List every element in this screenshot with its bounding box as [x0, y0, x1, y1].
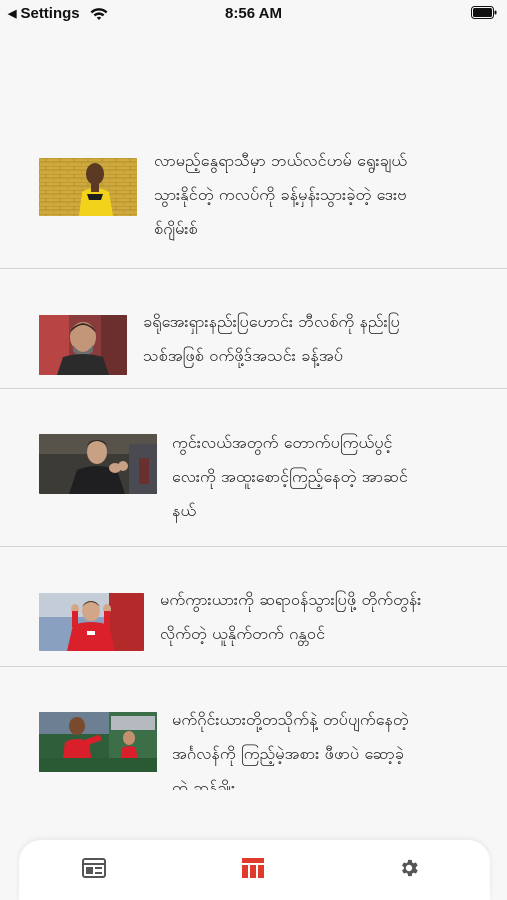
headline-line: သွားနိုင်တဲ့ ကလပ်ကို ခန့်မှန်းသွားခဲ့တဲ့… — [154, 185, 407, 204]
tab-settings[interactable] — [395, 856, 423, 880]
headline-line: မက်ဂိုင်းယားတို့တသိုက်နဲ့ တပ်ပျက်နေတဲ့ — [172, 710, 409, 729]
article-thumbnail[interactable] — [39, 315, 127, 375]
article-row[interactable]: မက်ကွားယားကို ဆရာဝန်သွားပြဖို့ တိုက်တွန်… — [0, 547, 507, 667]
article-headline[interactable]: ကွင်းလယ်အတွက် တောက်ပကြယ်ပွင့် လေးကို အထူ… — [172, 426, 482, 528]
battery-icon — [471, 6, 497, 19]
article-row[interactable]: မက်ဂိုင်းယားတို့တသိုက်နဲ့ တပ်ပျက်နေတဲ့ အ… — [0, 667, 507, 790]
app-screen: ◀ Settings 8:56 AM လာမည့်နွေရာသီမှာ ဘယ်လ… — [0, 0, 507, 900]
gear-icon — [402, 859, 418, 877]
news-layout-icon — [82, 858, 106, 878]
article-row[interactable]: လာမည့်နွေရာသီမှာ ဘယ်လင်ဟမ် ရွေးချယ် သွား… — [0, 118, 507, 269]
tab-table[interactable] — [239, 856, 267, 880]
news-feed[interactable]: လာမည့်နွေရာသီမှာ ဘယ်လင်ဟမ် ရွေးချယ် သွား… — [0, 28, 507, 790]
article-row[interactable]: ကွင်းလယ်အတွက် တောက်ပကြယ်ပွင့် လေးကို အထူ… — [0, 389, 507, 547]
status-bar: ◀ Settings 8:56 AM — [0, 0, 507, 28]
article-headline[interactable]: မက်ဂိုင်းယားတို့တသိုက်နဲ့ တပ်ပျက်နေတဲ့ အ… — [172, 703, 490, 790]
headline-line: ကွင်းလယ်အတွက် တောက်ပကြယ်ပွင့် — [172, 433, 393, 452]
bottom-tab-bar — [19, 840, 490, 900]
headline-line: စ်ဂျိမ်းစ် — [154, 219, 198, 238]
article-thumbnail[interactable] — [39, 434, 157, 494]
article-row[interactable]: ခရိုအေးရှားနည်းပြဟောင်း ဘီလစ်ကို နည်းပြ … — [0, 269, 507, 389]
status-time: 8:56 AM — [225, 5, 282, 22]
tab-news[interactable] — [80, 856, 108, 880]
article-thumbnail[interactable] — [39, 712, 157, 772]
headline-line: နယ် — [172, 501, 197, 520]
headline-line: အင်္ဂလန်ကို ကြည့်မဲ့အစား ဖီဖာပဲ ဆော့ခဲ့ — [172, 744, 404, 763]
headline-line: မက်ကွားယားကို ဆရာဝန်သွားပြဖို့ တိုက်တွန်… — [160, 590, 422, 609]
article-headline[interactable]: လာမည့်နွေရာသီမှာ ဘယ်လင်ဟမ် ရွေးချယ် သွား… — [154, 144, 484, 246]
headline-line: လာမည့်နွေရာသီမှာ ဘယ်လင်ဟမ် ရွေးချယ် — [154, 151, 408, 170]
headline-line: သစ်အဖြစ် ဝက်ဖို့ဒ်အသင်း ခန့်အပ် — [143, 346, 344, 365]
article-headline[interactable]: ခရိုအေးရှားနည်းပြဟောင်း ဘီလစ်ကို နည်းပြ … — [143, 305, 483, 373]
headline-line: လိုက်တဲ့ ယူနိုက်တက် ဂန္တဝင် — [160, 624, 326, 643]
article-headline[interactable]: မက်ကွားယားကို ဆရာဝန်သွားပြဖို့ တိုက်တွန်… — [160, 583, 485, 651]
headline-line: ခရိုအေးရှားနည်းပြဟောင်း ဘီလစ်ကို နည်းပြ — [143, 312, 400, 331]
headline-line: တဲ့ ဆန်ချိုး — [172, 778, 236, 790]
headline-line: လေးကို အထူးစောင့်ကြည့်နေတဲ့ အာဆင် — [172, 467, 408, 486]
table-icon — [242, 858, 264, 878]
article-thumbnail[interactable] — [39, 593, 144, 651]
article-thumbnail[interactable] — [39, 158, 137, 216]
